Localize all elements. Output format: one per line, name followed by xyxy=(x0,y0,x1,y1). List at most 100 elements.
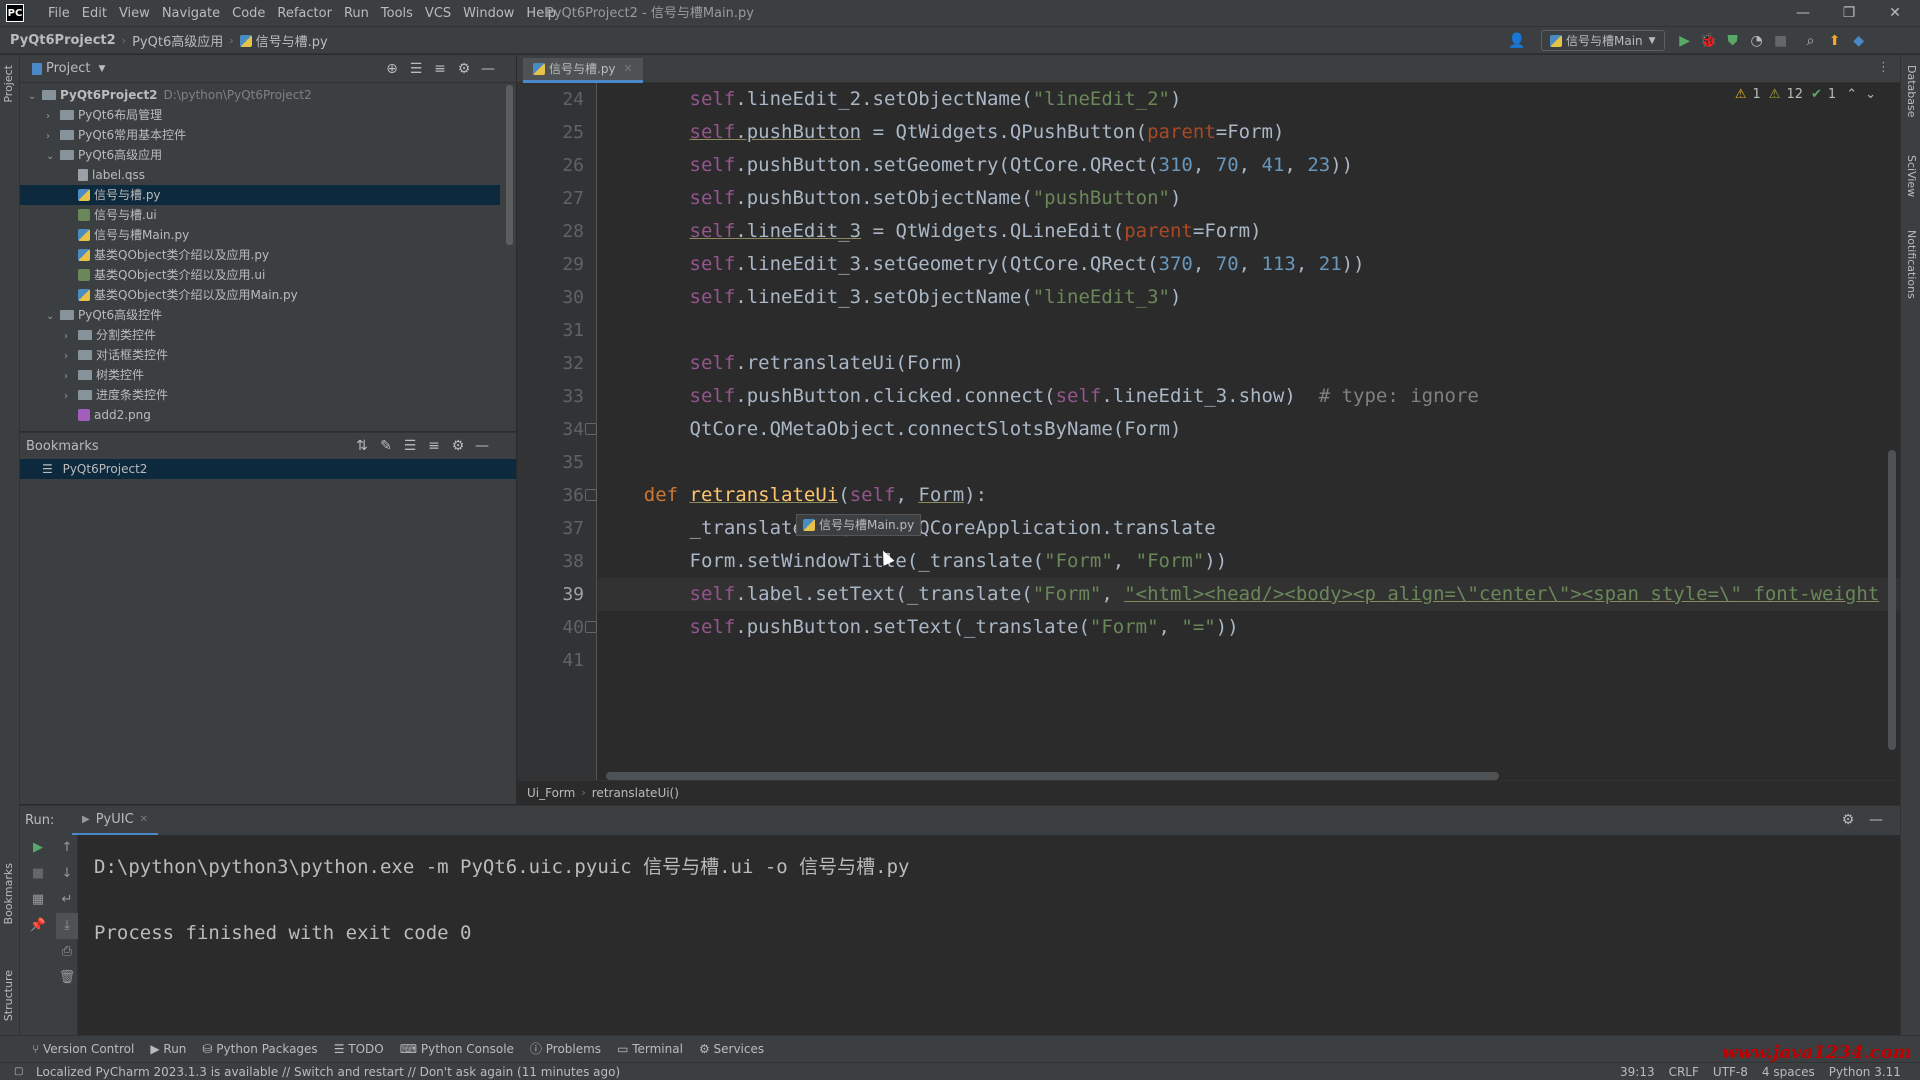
inspection-widget[interactable]: ⚠ 1 ⚠ 12 ✔ 1 ⌃ ⌄ xyxy=(1735,87,1876,102)
crumb-file[interactable]: 信号与槽.py xyxy=(256,31,328,50)
tool-run[interactable]: ▶ Run xyxy=(150,1036,186,1063)
console-output[interactable]: D:\python\python3\python.exe -m PyQt6.ui… xyxy=(78,835,1900,1035)
editor-tab-active[interactable]: 信号与槽.py ✕ xyxy=(523,58,643,83)
chevron-right-icon[interactable]: › xyxy=(46,107,60,127)
fold-marker-icon[interactable] xyxy=(585,621,597,633)
debug-icon[interactable]: 🐞 xyxy=(1697,33,1721,49)
hide-icon[interactable]: — xyxy=(1864,812,1888,828)
more-tabs-icon[interactable]: ⋮ xyxy=(1877,60,1890,75)
tool-terminal[interactable]: ▭ Terminal xyxy=(617,1036,683,1063)
code-line-34[interactable]: QtCore.QMetaObject.connectSlotsByName(Fo… xyxy=(598,413,1900,446)
tree-item[interactable]: ⌄ PyQt6Project2 D:\python\PyQt6Project2 xyxy=(20,85,500,105)
python-interpreter[interactable]: Python 3.11 xyxy=(1829,1063,1901,1080)
crumb-folder[interactable]: PyQt6高级应用 xyxy=(132,31,223,50)
line-number[interactable]: 41 xyxy=(524,644,584,677)
tree-item[interactable]: › PyQt6常用基本控件 xyxy=(20,125,500,145)
code-line-31[interactable] xyxy=(598,314,1900,347)
user-icon[interactable]: 👤 xyxy=(1505,33,1529,49)
cursor-position[interactable]: 39:13 xyxy=(1620,1063,1655,1080)
print-icon[interactable]: ⎙ xyxy=(56,939,78,965)
close-button[interactable]: ✕ xyxy=(1872,0,1918,27)
database-tool-button[interactable]: Database xyxy=(1905,65,1918,118)
menu-code[interactable]: Code xyxy=(226,0,271,27)
bookmark-item[interactable]: ☰ PyQt6Project2 xyxy=(20,459,516,479)
menu-view[interactable]: View xyxy=(113,0,156,27)
line-number[interactable]: 37 xyxy=(524,512,584,545)
sort-icon[interactable]: ⇅ xyxy=(350,438,374,454)
notifications-tool-button[interactable]: Notifications xyxy=(1905,230,1918,299)
menu-window[interactable]: Window xyxy=(457,0,520,27)
line-number[interactable]: 24 xyxy=(524,83,584,116)
code-editor[interactable]: self.lineEdit_2.setObjectName("lineEdit_… xyxy=(598,83,1900,780)
project-scrollbar[interactable] xyxy=(506,85,513,245)
crumb-project[interactable]: PyQt6Project2 xyxy=(10,33,116,48)
layout-icon[interactable]: ▦ xyxy=(20,887,56,913)
code-line-33[interactable]: self.pushButton.clicked.connect(self.lin… xyxy=(598,380,1900,413)
code-line-35[interactable] xyxy=(598,446,1900,479)
close-tab-icon[interactable]: ✕ xyxy=(624,58,633,80)
stop-icon[interactable]: ■ xyxy=(20,861,56,887)
code-line-41[interactable] xyxy=(598,644,1900,677)
edit-icon[interactable]: ✎ xyxy=(374,438,398,454)
line-number[interactable]: 29 xyxy=(524,248,584,281)
minimize-button[interactable]: — xyxy=(1780,0,1826,27)
menu-file[interactable]: File xyxy=(42,0,76,27)
menu-navigate[interactable]: Navigate xyxy=(156,0,226,27)
tree-item[interactable]: 基类QObject类介绍以及应用.ui xyxy=(20,265,500,285)
tree-item[interactable]: label.qss xyxy=(20,165,500,185)
chevron-right-icon[interactable]: › xyxy=(64,387,78,407)
menu-refactor[interactable]: Refactor xyxy=(271,0,338,27)
line-number[interactable]: 39 xyxy=(524,578,584,611)
chevron-right-icon[interactable]: › xyxy=(46,127,60,147)
chevron-down-icon[interactable]: ⌄ xyxy=(1865,87,1876,102)
hide-icon[interactable]: — xyxy=(470,438,494,454)
update-icon[interactable]: ⬆ xyxy=(1823,33,1847,49)
editor-vertical-scrollbar[interactable] xyxy=(1888,450,1896,750)
chevron-right-icon[interactable]: › xyxy=(64,327,78,347)
search-icon[interactable]: ⌕ xyxy=(1799,33,1823,49)
code-line-37[interactable]: _translate = QtCore.QCoreApplication.tra… xyxy=(598,512,1900,545)
chevron-down-icon[interactable]: ⌄ xyxy=(46,307,60,327)
profile-icon[interactable]: ◔ xyxy=(1745,33,1769,49)
line-number[interactable]: 30 xyxy=(524,281,584,314)
tool-problems[interactable]: ⓘ Problems xyxy=(530,1036,601,1063)
chevron-down-icon[interactable]: ⌄ xyxy=(46,147,60,167)
line-number[interactable]: 27 xyxy=(524,182,584,215)
run-config-select[interactable]: 信号与槽Main ▼ xyxy=(1541,30,1665,51)
line-number[interactable]: 32 xyxy=(524,347,584,380)
arrow-up-icon[interactable]: ↑ xyxy=(56,835,78,861)
chevron-right-icon[interactable]: › xyxy=(64,367,78,387)
tree-item[interactable]: add2.png xyxy=(20,405,500,425)
breadcrumb-method[interactable]: retranslateUi() xyxy=(592,781,679,805)
line-number[interactable]: 31 xyxy=(524,314,584,347)
tool-todo[interactable]: ☰ TODO xyxy=(334,1036,384,1063)
coverage-icon[interactable]: ⛊ xyxy=(1721,33,1745,49)
soft-wrap-icon[interactable]: ↵ xyxy=(56,887,78,913)
tool-services[interactable]: ⚙ Services xyxy=(699,1036,764,1063)
restore-button[interactable]: ❐ xyxy=(1826,0,1872,27)
hide-icon[interactable]: — xyxy=(476,61,500,77)
tree-item[interactable]: ⌄ PyQt6高级应用 xyxy=(20,145,500,165)
bookmarks-tool-button[interactable]: Bookmarks xyxy=(2,863,15,924)
expand-all-icon[interactable]: ☰ xyxy=(404,61,428,77)
chevron-right-icon[interactable]: › xyxy=(64,347,78,367)
code-line-30[interactable]: self.lineEdit_3.setObjectName("lineEdit_… xyxy=(598,281,1900,314)
run-tab-pyuic[interactable]: ▶ PyUIC ✕ xyxy=(72,806,159,836)
gear-icon[interactable]: ⚙ xyxy=(446,438,470,454)
breadcrumb-class[interactable]: Ui_Form xyxy=(527,781,575,805)
tree-item[interactable]: › 树类控件 xyxy=(20,365,500,385)
file-encoding[interactable]: UTF-8 xyxy=(1713,1063,1748,1080)
scroll-to-end-icon[interactable]: ⤓ xyxy=(56,913,78,939)
collapse-all-icon[interactable]: ≡ xyxy=(428,61,452,77)
tree-item[interactable]: 信号与槽.ui xyxy=(20,205,500,225)
pin-icon[interactable]: 📌 xyxy=(20,913,56,939)
code-line-32[interactable]: self.retranslateUi(Form) xyxy=(598,347,1900,380)
line-number[interactable]: 33 xyxy=(524,380,584,413)
expand-all-icon[interactable]: ☰ xyxy=(398,438,422,454)
line-number[interactable]: 38 xyxy=(524,545,584,578)
structure-tool-button[interactable]: Structure xyxy=(2,970,15,1021)
trash-icon[interactable]: 🗑 xyxy=(56,965,78,991)
line-number[interactable]: 35 xyxy=(524,446,584,479)
chevron-down-icon[interactable]: ▼ xyxy=(98,64,105,74)
code-line-28[interactable]: self.lineEdit_3 = QtWidgets.QLineEdit(pa… xyxy=(598,215,1900,248)
